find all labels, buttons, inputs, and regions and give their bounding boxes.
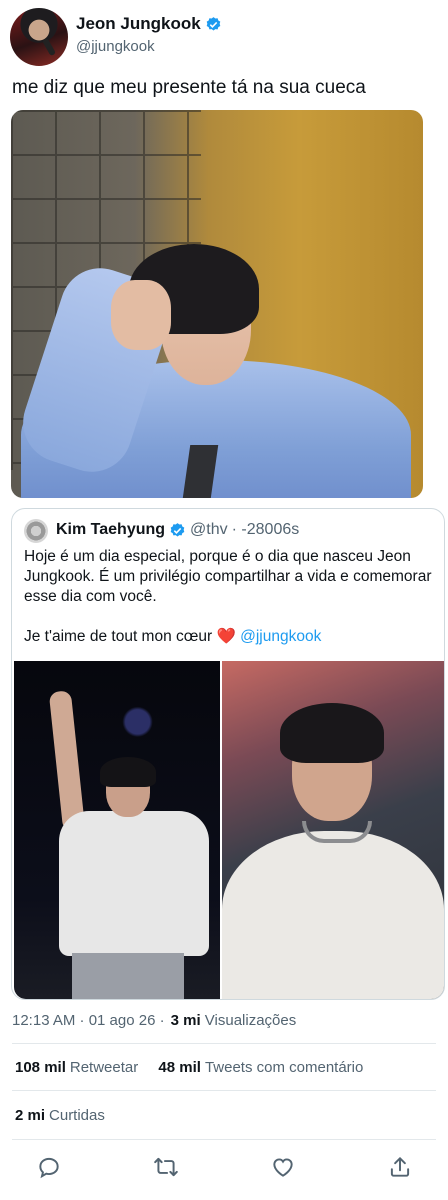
avatar[interactable] (10, 8, 68, 66)
retweet-icon[interactable] (153, 1154, 179, 1180)
verified-badge-icon (170, 522, 185, 537)
quoted-tweet[interactable]: Kim Taehyung @thv · -28006s Hoje é um di… (11, 508, 445, 1000)
action-bar (0, 1150, 448, 1184)
quote-tweets-stat[interactable]: 48 mil Tweets com comentário (158, 1059, 363, 1076)
quoted-photo-1[interactable] (14, 661, 220, 999)
quoted-author-row: Kim Taehyung @thv · -28006s (56, 521, 299, 539)
views-label: Visualizações (204, 1012, 297, 1029)
quote-tweets-count: 48 mil (158, 1059, 201, 1076)
verified-badge-icon (206, 16, 220, 31)
quoted-display-name[interactable]: Kim Taehyung (56, 521, 165, 539)
retweets-label: Retweetar (69, 1059, 139, 1076)
quoted-text: Hoje é um dia especial, porque é o dia q… (24, 547, 434, 667)
quoted-avatar[interactable] (24, 519, 48, 543)
quoted-handle[interactable]: @thv (190, 521, 228, 539)
quoted-paragraph-2: Je t'aime de tout mon cœur ❤️ @jjungkook (24, 627, 434, 647)
tweet-photo[interactable] (11, 110, 423, 498)
heart-icon[interactable] (270, 1154, 296, 1180)
tweet-timestamp[interactable]: 12:13 AM · 01 ago 26 · (12, 1012, 165, 1029)
tweet-text: me diz que meu presente tá na sua cueca (12, 77, 366, 98)
retweets-stat[interactable]: 108 mil Retweetar (15, 1059, 138, 1076)
quoted-paragraph-2-text: Je t'aime de tout mon cœur ❤️ (24, 628, 241, 645)
retweets-count: 108 mil (15, 1059, 66, 1076)
quote-tweets-label: Tweets com comentário (204, 1059, 364, 1076)
likes-label: Curtidas (49, 1107, 105, 1124)
reply-icon[interactable] (36, 1154, 62, 1180)
tweet-meta: 12:13 AM · 01 ago 26 · 3 mi Visualizações (12, 1012, 296, 1029)
views-count: 3 mi (170, 1012, 201, 1029)
tweet-header: Jeon Jungkook @jjungkook (10, 8, 438, 66)
divider (12, 1043, 436, 1044)
divider (12, 1139, 436, 1140)
quoted-photo-2[interactable] (222, 661, 444, 999)
likes-stat[interactable]: 2 mi Curtidas (15, 1107, 105, 1124)
divider (12, 1090, 436, 1091)
quoted-mention-link[interactable]: @jjungkook (240, 628, 321, 645)
quoted-time: · -28006s (231, 521, 300, 538)
author-name-row: Jeon Jungkook (76, 14, 222, 34)
likes-count: 2 mi (15, 1107, 46, 1124)
author-handle[interactable]: @jjungkook (76, 38, 155, 55)
share-icon[interactable] (387, 1154, 413, 1180)
author-display-name[interactable]: Jeon Jungkook (76, 14, 201, 34)
quoted-paragraph-1: Hoje é um dia especial, porque é o dia q… (24, 548, 432, 605)
engagement-stats: 108 mil Retweetar 48 mil Tweets com coment… (15, 1059, 363, 1076)
